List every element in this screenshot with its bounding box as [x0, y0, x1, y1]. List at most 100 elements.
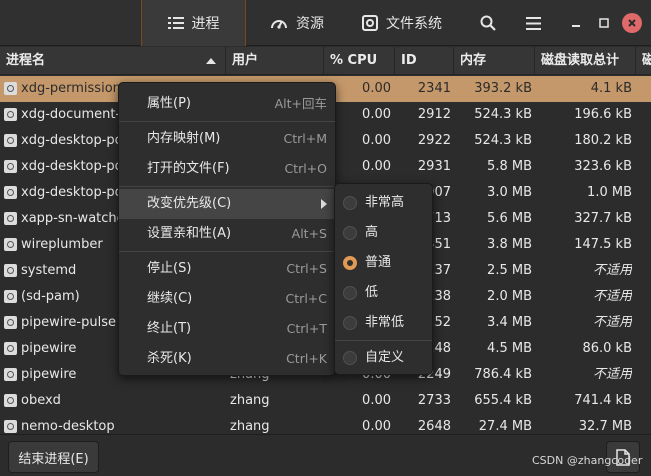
process-icon — [4, 212, 17, 225]
cpu-cell: 0.00 — [362, 393, 391, 408]
close-icon — [628, 19, 636, 27]
list-icon — [167, 17, 184, 29]
priority-submenu: 非常高高普通低非常低自定义 — [334, 183, 433, 375]
process-name-cell: obexd — [21, 393, 61, 408]
radio-icon — [343, 316, 357, 330]
search-icon — [480, 15, 496, 31]
memory-cell: 4.5 MB — [487, 341, 532, 356]
menu-item-label: 改变优先级(C) — [147, 196, 232, 211]
menu-item-label: 打开的文件(F) — [147, 161, 230, 176]
menu-item-label: 杀死(K) — [147, 351, 192, 366]
menu-item-label: 继续(C) — [147, 291, 193, 306]
disk-read-cell: 1.0 MB — [587, 185, 632, 200]
memory-cell: 27.4 MB — [478, 419, 532, 434]
menu-item[interactable]: 停止(S) Ctrl+S — [119, 254, 335, 284]
column-disk-read[interactable]: 磁盘读取总计 — [535, 47, 636, 75]
column-id[interactable]: ID — [395, 47, 454, 75]
tab-processes[interactable]: 进程 — [141, 0, 246, 46]
column-cpu[interactable]: % CPU — [324, 47, 395, 75]
memory-cell: 5.6 MB — [487, 211, 532, 226]
disk-read-cell: 86.0 kB — [582, 341, 632, 356]
process-icon — [4, 368, 17, 381]
id-cell: 2931 — [417, 159, 451, 174]
tab-filesystems[interactable]: 文件系统 — [362, 0, 452, 46]
priority-option-label: 普通 — [365, 255, 392, 270]
watermark: CSDN @zhangcoder — [532, 454, 643, 467]
hamburger-icon — [525, 16, 541, 30]
memory-cell: 655.4 kB — [474, 393, 532, 408]
process-icon — [4, 420, 17, 433]
menu-item-shortcut: Ctrl+T — [286, 321, 327, 336]
priority-option-label: 非常高 — [365, 195, 405, 210]
process-icon — [4, 134, 17, 147]
column-name[interactable]: 进程名 — [0, 47, 226, 75]
maximize-button[interactable] — [594, 13, 614, 33]
disk-read-cell: 不适用 — [592, 289, 632, 304]
priority-option[interactable]: 非常低 — [335, 308, 432, 338]
process-icon — [4, 186, 17, 199]
priority-option-label: 非常低 — [365, 315, 405, 330]
memory-cell: 2.5 MB — [487, 263, 532, 278]
table-row[interactable]: nemo-desktop zhang 0.00 2648 27.4 MB 32.7 MB — [0, 414, 651, 434]
menu-item[interactable]: 改变优先级(C) — [119, 189, 335, 219]
menu-item[interactable]: 属性(P) Alt+回车 — [119, 89, 335, 119]
menu-item[interactable]: 设置亲和性(A) Alt+S — [119, 219, 335, 249]
menu-item-label: 属性(P) — [147, 96, 191, 111]
disk-icon — [362, 15, 378, 31]
column-user-label: 用户 — [232, 53, 259, 68]
minimize-icon — [572, 25, 580, 27]
priority-option-label: 低 — [365, 285, 379, 300]
menu-item[interactable]: 内存映射(M) Ctrl+M — [119, 124, 335, 154]
disk-read-cell: 741.4 kB — [574, 393, 632, 408]
disk-read-cell: 323.6 kB — [574, 159, 632, 174]
radio-icon — [343, 286, 357, 300]
process-name-cell: nemo-desktop — [21, 419, 115, 434]
menu-button[interactable] — [514, 0, 552, 46]
menu-item[interactable]: 杀死(K) Ctrl+K — [119, 344, 335, 374]
tab-processes-label: 进程 — [191, 16, 220, 32]
menu-item-shortcut: Ctrl+S — [286, 261, 327, 276]
priority-option-label: 自定义 — [365, 350, 405, 365]
priority-option[interactable]: 普通 — [335, 248, 432, 278]
close-button[interactable] — [622, 13, 642, 33]
process-icon — [4, 264, 17, 277]
process-icon — [4, 82, 17, 95]
disk-read-cell: 147.5 kB — [574, 237, 632, 252]
column-cpu-label: % CPU — [330, 53, 378, 68]
id-cell: 2912 — [417, 107, 451, 122]
column-header: 进程名 用户 % CPU ID 内存 磁盘读取总计 磁 — [0, 47, 651, 75]
cpu-cell: 0.00 — [362, 419, 391, 434]
tab-resources[interactable]: 资源 — [270, 0, 350, 46]
minimize-button[interactable] — [566, 13, 586, 33]
process-icon — [4, 108, 17, 121]
process-icon — [4, 238, 17, 251]
memory-cell: 3.0 MB — [487, 185, 532, 200]
menu-separator — [119, 121, 335, 122]
memory-cell: 5.8 MB — [487, 159, 532, 174]
priority-option[interactable]: 自定义 — [335, 343, 432, 373]
menu-item[interactable]: 终止(T) Ctrl+T — [119, 314, 335, 344]
priority-option[interactable]: 高 — [335, 218, 432, 248]
column-memory[interactable]: 内存 — [454, 47, 535, 75]
memory-cell: 3.8 MB — [487, 237, 532, 252]
table-row[interactable]: obexd zhang 0.00 2733 655.4 kB 741.4 kB — [0, 388, 651, 414]
priority-option[interactable]: 非常高 — [335, 188, 432, 218]
menu-item[interactable]: 继续(C) Ctrl+C — [119, 284, 335, 314]
tab-filesystems-label: 文件系统 — [386, 16, 442, 32]
radio-icon — [343, 351, 357, 365]
id-cell: 2922 — [417, 133, 451, 148]
disk-read-cell: 180.2 kB — [574, 133, 632, 148]
column-disk-write[interactable]: 磁 — [636, 47, 651, 75]
menu-item[interactable]: 打开的文件(F) Ctrl+O — [119, 154, 335, 184]
disk-read-cell: 327.7 kB — [574, 211, 632, 226]
user-cell: zhang — [230, 419, 270, 434]
column-disk-read-label: 磁盘读取总计 — [541, 53, 620, 68]
end-process-button[interactable]: 结束进程(E) — [8, 441, 99, 473]
process-icon — [4, 160, 17, 173]
disk-read-cell: 196.6 kB — [574, 107, 632, 122]
memory-cell: 524.3 kB — [474, 107, 532, 122]
menu-item-label: 内存映射(M) — [147, 131, 221, 146]
priority-option[interactable]: 低 — [335, 278, 432, 308]
column-user[interactable]: 用户 — [226, 47, 324, 75]
search-button[interactable] — [469, 0, 507, 46]
